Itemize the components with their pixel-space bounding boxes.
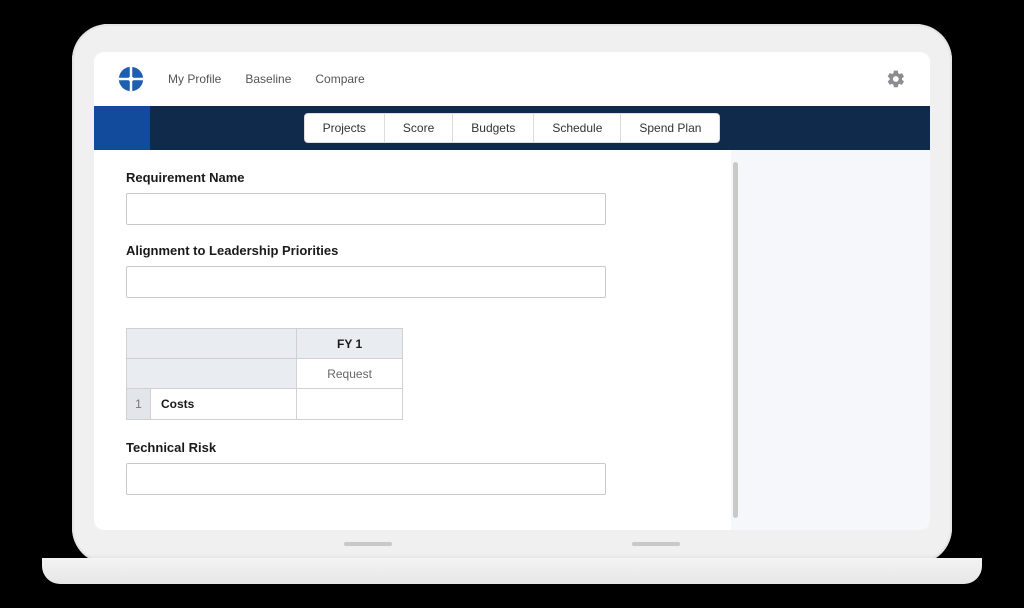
- tab-spend-plan[interactable]: Spend Plan: [621, 114, 719, 142]
- alignment-section: Alignment to Leadership Priorities: [126, 243, 711, 298]
- nav-baseline[interactable]: Baseline: [245, 72, 291, 86]
- scrollbar[interactable]: [733, 162, 738, 518]
- alignment-input[interactable]: [126, 266, 606, 298]
- nav-my-profile[interactable]: My Profile: [168, 72, 221, 86]
- row-number: 1: [127, 389, 151, 420]
- requirement-name-input[interactable]: [126, 193, 606, 225]
- technical-risk-section: Technical Risk: [126, 440, 711, 495]
- app-screen: My Profile Baseline Compare Projects Sco…: [94, 52, 930, 530]
- tab-bar: Projects Score Budgets Schedule Spend Pl…: [94, 106, 930, 150]
- costs-request-cell[interactable]: [297, 389, 403, 420]
- settings-button[interactable]: [886, 69, 906, 89]
- tab-bar-accent: [94, 106, 150, 150]
- fy-sub-header: Request: [297, 359, 403, 389]
- header-bar: My Profile Baseline Compare: [94, 52, 930, 106]
- requirement-name-section: Requirement Name: [126, 170, 711, 225]
- fy-header: FY 1: [297, 329, 403, 359]
- top-nav: My Profile Baseline Compare: [168, 72, 365, 86]
- laptop-hinge: [94, 542, 930, 552]
- fy-table: FY 1 Request 1 Costs: [126, 328, 403, 420]
- technical-risk-label: Technical Risk: [126, 440, 711, 455]
- technical-risk-input[interactable]: [126, 463, 606, 495]
- laptop-base: [42, 558, 982, 584]
- tab-score[interactable]: Score: [385, 114, 453, 142]
- tab-schedule[interactable]: Schedule: [534, 114, 621, 142]
- content-wrap: Requirement Name Alignment to Leadership…: [94, 150, 930, 530]
- main-content: Requirement Name Alignment to Leadership…: [94, 150, 731, 530]
- alignment-label: Alignment to Leadership Priorities: [126, 243, 711, 258]
- table-spacer-sub: [127, 359, 297, 389]
- app-logo-icon: [118, 66, 144, 92]
- tab-projects[interactable]: Projects: [305, 114, 385, 142]
- requirement-name-label: Requirement Name: [126, 170, 711, 185]
- laptop-frame: My Profile Baseline Compare Projects Sco…: [72, 24, 952, 564]
- table-spacer-head: [127, 329, 297, 359]
- row-label-costs: Costs: [151, 389, 297, 420]
- gear-icon: [886, 69, 906, 89]
- nav-compare[interactable]: Compare: [315, 72, 364, 86]
- tab-group: Projects Score Budgets Schedule Spend Pl…: [304, 113, 721, 143]
- tab-budgets[interactable]: Budgets: [453, 114, 534, 142]
- side-panel: [740, 150, 930, 530]
